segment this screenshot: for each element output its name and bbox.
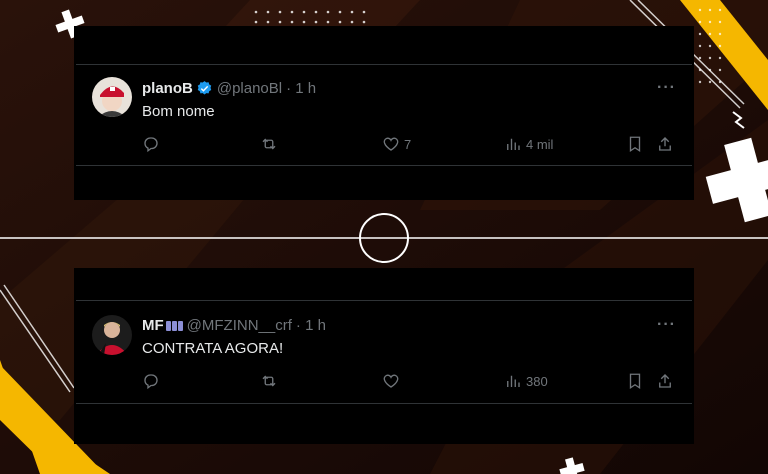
timestamp[interactable]: · 1 h — [286, 80, 316, 97]
tweet-header: MF @MFZINN__crf · 1 h — [142, 317, 326, 334]
reply-button[interactable] — [142, 372, 160, 390]
timestamp[interactable]: · 1 h — [296, 317, 326, 334]
share-button[interactable] — [656, 372, 674, 390]
display-name[interactable]: planoB — [142, 80, 193, 97]
reply-icon — [144, 374, 158, 390]
heart-icon — [383, 137, 399, 151]
verified-badge-icon — [197, 81, 212, 95]
display-name[interactable]: MF — [142, 317, 164, 334]
handle[interactable]: @planoBl — [217, 80, 282, 97]
tweet-text: Bom nome — [142, 103, 215, 120]
bookmark-icon — [629, 136, 641, 153]
bookmark-button[interactable] — [626, 372, 644, 390]
views-chart-icon — [507, 138, 520, 150]
avatar[interactable] — [92, 77, 132, 117]
view-count: 380 — [526, 373, 548, 389]
heart-icon — [383, 374, 399, 388]
more-options-icon[interactable]: ··· — [657, 316, 676, 334]
repost-icon — [262, 375, 276, 387]
more-options-icon[interactable]: ··· — [657, 79, 676, 97]
repost-icon — [262, 138, 276, 150]
avatar[interactable] — [92, 315, 132, 355]
tweet-card[interactable]: MF @MFZINN__crf · 1 h ··· CONTRATA AGORA… — [76, 300, 692, 404]
repost-button[interactable] — [260, 372, 278, 390]
like-button[interactable] — [382, 372, 404, 390]
name-emoji-badges — [165, 320, 183, 331]
view-count: 4 mil — [526, 136, 554, 152]
action-bar: 7 4 mil — [142, 135, 676, 155]
views-button[interactable]: 380 — [504, 372, 548, 390]
bookmark-button[interactable] — [626, 135, 644, 153]
action-bar: 380 — [142, 372, 676, 392]
views-chart-icon — [507, 375, 520, 387]
like-button[interactable]: 7 — [382, 135, 411, 153]
tweet-header: planoB @planoBl · 1 h — [142, 80, 316, 97]
tweet-text: CONTRATA AGORA! — [142, 340, 284, 357]
share-button[interactable] — [656, 135, 674, 153]
reply-icon — [144, 137, 158, 153]
share-icon — [659, 137, 671, 151]
views-button[interactable]: 4 mil — [504, 135, 553, 153]
share-icon — [659, 374, 671, 388]
bookmark-icon — [629, 373, 641, 390]
handle[interactable]: @MFZINN__crf — [187, 317, 292, 334]
reply-button[interactable] — [142, 135, 160, 153]
like-count: 7 — [404, 136, 412, 152]
repost-button[interactable] — [260, 135, 278, 153]
tweet-card[interactable]: planoB @planoBl · 1 h ··· Bom nome 7 4 m… — [76, 64, 692, 166]
